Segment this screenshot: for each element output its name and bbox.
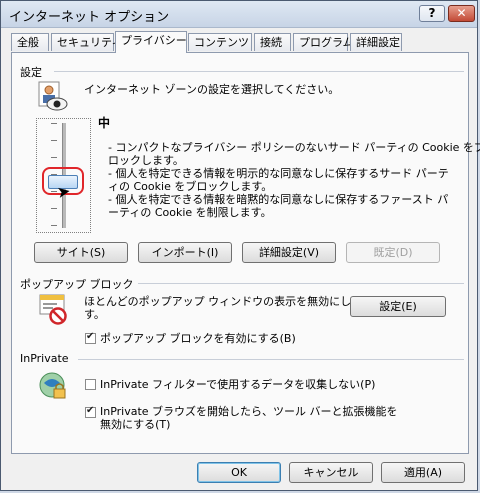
settings-group-label: 設定 xyxy=(20,64,46,80)
tab-programs[interactable]: プログラム xyxy=(293,33,354,51)
internet-options-dialog: インターネット オプション ? ✕ 全般 セキュリティ プライバシー コンテンツ… xyxy=(0,0,480,491)
ok-button[interactable]: OK xyxy=(197,462,281,483)
slider-tick xyxy=(51,123,57,124)
apply-button[interactable]: 適用(A) xyxy=(381,462,465,483)
popup-blocker-icon xyxy=(39,294,67,325)
privacy-description-line: - 個人を特定できる情報を明示的な同意なしに保存するサード パーテ xyxy=(108,167,449,180)
popup-block-checkbox-label[interactable]: ポップアップ ブロックを有効にする(B) xyxy=(100,332,296,345)
inprivate-browse-checkbox-label-line2[interactable]: 無効にする(T) xyxy=(100,418,170,431)
slider-tick xyxy=(51,157,57,158)
slider-tick xyxy=(51,208,57,209)
slider-tick xyxy=(51,140,57,141)
inprivate-filter-checkbox[interactable] xyxy=(85,379,96,390)
popup-description-line2: す。 xyxy=(84,308,105,321)
default-button[interactable]: 既定(D) xyxy=(346,242,440,263)
popup-divider xyxy=(124,283,464,284)
tab-general[interactable]: 全般 xyxy=(11,33,49,51)
tab-security[interactable]: セキュリティ xyxy=(51,33,122,51)
sites-button[interactable]: サイト(S) xyxy=(34,242,128,263)
slider-tick xyxy=(51,225,57,226)
window-title: インターネット オプション xyxy=(9,10,170,25)
inprivate-group-label: InPrivate xyxy=(20,352,73,365)
inprivate-divider xyxy=(78,359,464,360)
popup-group-label: ポップアップ ブロック xyxy=(20,276,138,292)
inprivate-browse-checkbox[interactable] xyxy=(85,405,96,418)
zone-instruction: インターネット ゾーンの設定を選択してください。 xyxy=(84,83,340,96)
popup-settings-button[interactable]: 設定(E) xyxy=(350,296,446,317)
privacy-level-title: 中 xyxy=(98,116,111,130)
inprivate-icon xyxy=(39,372,66,399)
privacy-zone-icon xyxy=(38,81,68,111)
privacy-panel: 設定 インターネット ゾーンの設定を選択してください。 ➤ 中 - コンパクトな… xyxy=(11,52,480,454)
tab-advanced[interactable]: 詳細設定 xyxy=(350,33,402,51)
import-button[interactable]: インポート(I) xyxy=(138,242,232,263)
privacy-description-line: - 個人を特定できる情報を暗黙的な同意なしに保存するファースト パ xyxy=(108,193,449,206)
tab-privacy[interactable]: プライバシー xyxy=(115,31,187,53)
cancel-button[interactable]: キャンセル xyxy=(289,462,373,483)
privacy-level-slider[interactable]: ➤ xyxy=(36,118,91,233)
privacy-description-line: ロックします。 xyxy=(108,154,184,167)
privacy-description-line: - コンパクトなプライバシー ポリシーのないサード パーティの Cookie を… xyxy=(108,141,480,154)
help-button[interactable]: ? xyxy=(419,5,445,22)
inprivate-filter-checkbox-label[interactable]: InPrivate フィルターで使用するデータを収集しない(P) xyxy=(100,378,375,391)
close-button[interactable]: ✕ xyxy=(448,5,475,22)
inprivate-browse-checkbox-label-line1[interactable]: InPrivate ブラウズを開始したら、ツール バーと拡張機能を xyxy=(100,405,398,418)
mouse-cursor-icon: ➤ xyxy=(55,180,72,203)
popup-block-checkbox[interactable] xyxy=(85,331,96,344)
privacy-description-line: ーティの Cookie を制限します。 xyxy=(108,206,272,219)
title-bar[interactable]: インターネット オプション ? ✕ xyxy=(1,1,477,28)
tab-connections[interactable]: 接続 xyxy=(254,33,291,51)
advanced-button[interactable]: 詳細設定(V) xyxy=(242,242,336,263)
tab-content[interactable]: コンテンツ xyxy=(188,33,252,51)
popup-description-line1: ほとんどのポップアップ ウィンドウの表示を無効にしま xyxy=(84,295,363,308)
settings-divider xyxy=(54,71,464,72)
privacy-description-line: ィの Cookie をブロックします。 xyxy=(108,180,273,193)
